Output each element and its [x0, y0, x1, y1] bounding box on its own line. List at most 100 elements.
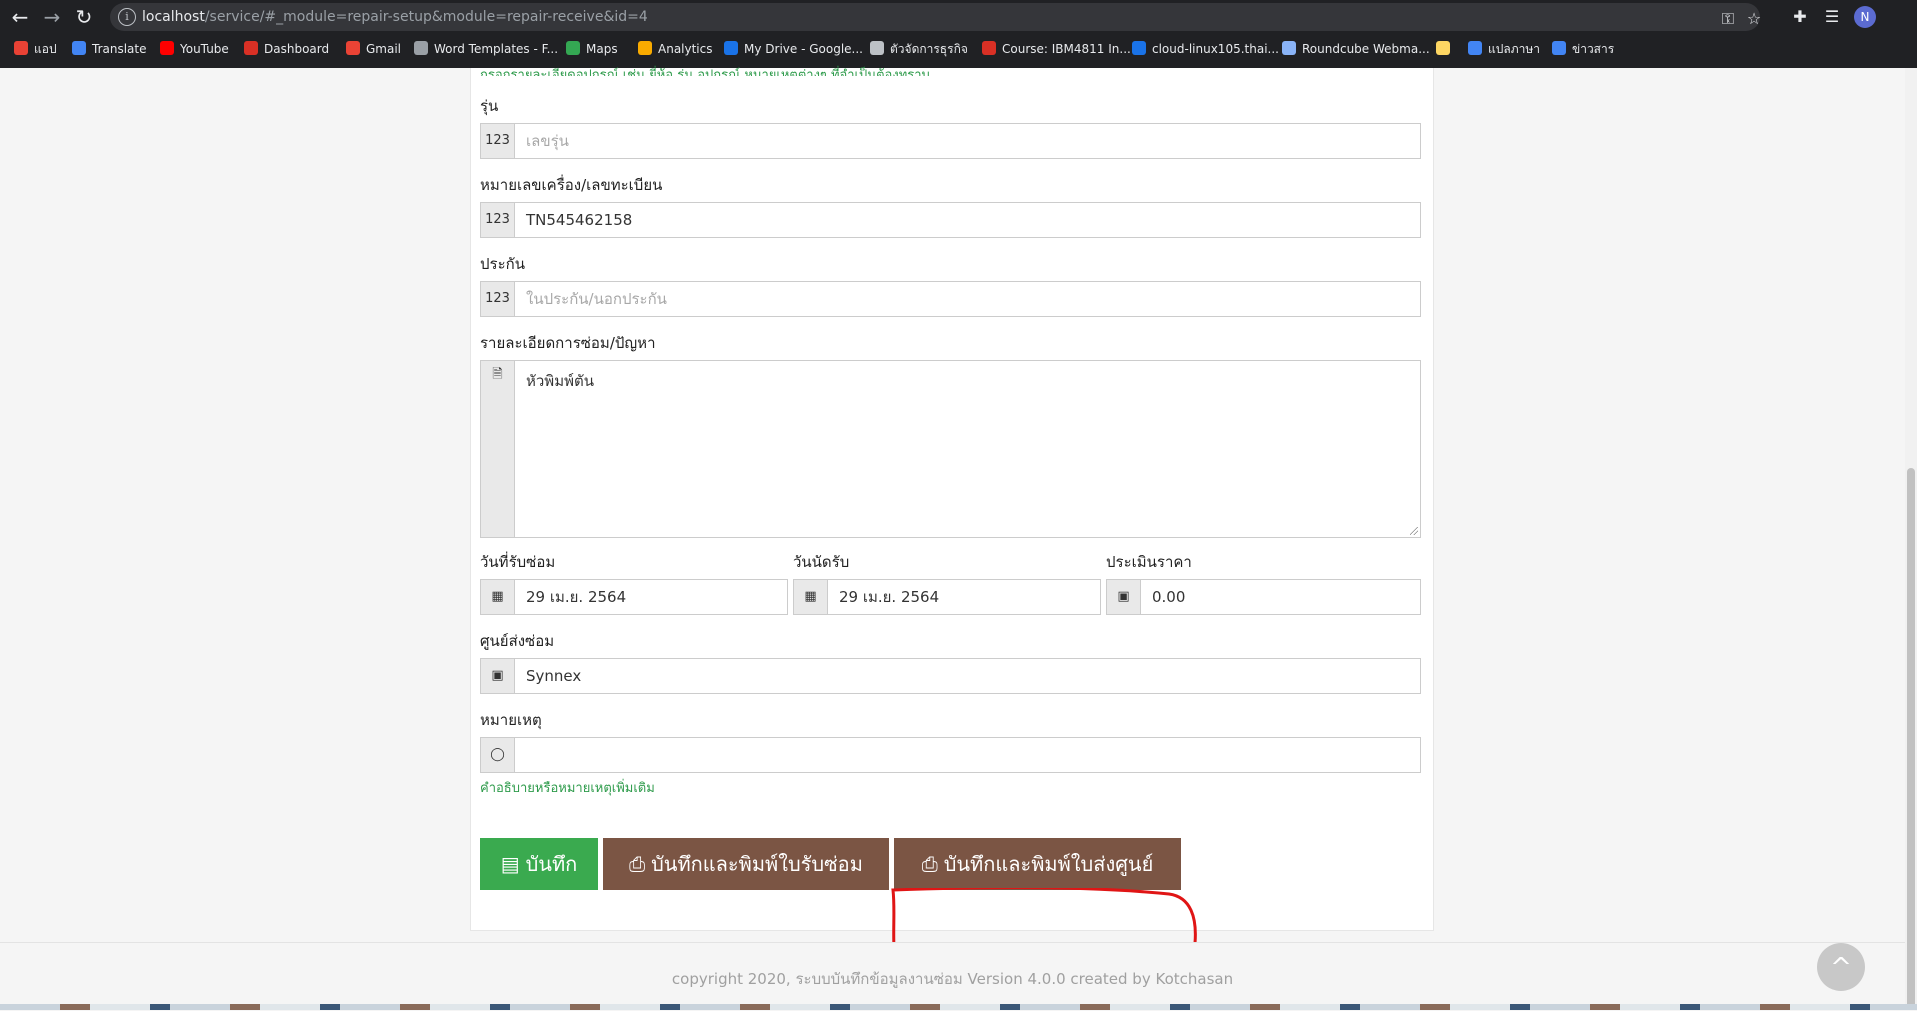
document-icon: 🗎	[481, 361, 515, 537]
bookmark-favicon-icon	[870, 41, 884, 55]
number-icon: 123	[481, 203, 515, 237]
pickup-date-label: วันนัดรับ	[793, 553, 850, 571]
copyright-text: copyright 2020, ระบบบันทึกข้อมูลงานซ่อม …	[671, 970, 1234, 988]
details-label: รายละเอียดการซ่อม/ปัญหา	[480, 334, 656, 352]
reading-list-icon[interactable]: ☰	[1822, 7, 1842, 27]
save-button[interactable]: ▤ บันทึก	[480, 838, 598, 890]
warranty-field[interactable]: 123 ในประกัน/นอกประกัน	[480, 281, 1421, 317]
save-print-receipt-label: บันทึกและพิมพ์ใบรับซ่อม	[651, 852, 863, 876]
back-icon[interactable]: ←	[8, 5, 32, 29]
resize-handle[interactable]	[1410, 527, 1418, 535]
bookmark-item[interactable]: แปลภาษา	[1468, 37, 1540, 62]
bookmark-favicon-icon	[244, 41, 258, 55]
bookmark-favicon-icon	[724, 41, 738, 55]
received-date-input[interactable]: 29 เม.ย. 2564	[526, 580, 626, 614]
details-field[interactable]: 🗎 หัวพิมพ์ตัน	[480, 360, 1421, 538]
bookmark-item[interactable]: Dashboard	[244, 37, 329, 62]
bookmark-favicon-icon	[1468, 41, 1482, 55]
model-label: รุ่น	[480, 97, 499, 115]
calendar-icon: ▦	[794, 580, 828, 614]
bookmark-item[interactable]: ข่าวสาร	[1552, 37, 1614, 62]
bookmark-item[interactable]: My Drive - Google...	[724, 37, 863, 62]
scrollbar[interactable]	[1905, 68, 1917, 1010]
service-center-input[interactable]: Synnex	[526, 659, 581, 693]
bookmark-label: Roundcube Webma...	[1302, 42, 1430, 56]
estimate-field[interactable]: ▣ 0.00	[1106, 579, 1421, 615]
save-print-receipt-button[interactable]: ⎙ บันทึกและพิมพ์ใบรับซ่อม	[603, 838, 889, 890]
bookmark-favicon-icon	[414, 41, 428, 55]
bookmark-item[interactable]	[1436, 37, 1456, 62]
browser-toolbar: ← → ↻ i localhost/service/#_module=repai…	[0, 0, 1917, 34]
bookmark-item[interactable]: แอป	[14, 37, 57, 62]
chevron-up-icon: ^	[1830, 953, 1852, 983]
url-path: /service/#_module=repair-setup&module=re…	[204, 9, 648, 25]
bookmark-item[interactable]: Word Templates - F...	[414, 37, 558, 62]
note-field[interactable]: ◯	[480, 737, 1421, 773]
reload-icon[interactable]: ↻	[72, 5, 96, 29]
save-print-center-button[interactable]: ⎙ บันทึกและพิมพ์ใบส่งศูนย์	[894, 838, 1181, 890]
extensions-icon[interactable]: ✚	[1790, 7, 1810, 27]
save-button-label: บันทึก	[525, 852, 578, 876]
bookmark-favicon-icon	[1282, 41, 1296, 55]
bookmark-item[interactable]: Course: IBM4811 In...	[982, 37, 1131, 62]
bookmark-label: แปลภาษา	[1488, 42, 1541, 56]
bookmark-item[interactable]: Translate	[72, 37, 147, 62]
bookmark-label: Word Templates - F...	[434, 42, 559, 56]
details-textarea[interactable]: หัวพิมพ์ตัน	[526, 371, 594, 391]
bookmark-favicon-icon	[160, 41, 174, 55]
key-icon[interactable]: ⚿	[1718, 9, 1738, 29]
bookmark-favicon-icon	[14, 41, 28, 55]
bookmark-favicon-icon	[638, 41, 652, 55]
estimate-label: ประเมินราคา	[1106, 553, 1192, 571]
bookmark-item[interactable]: Analytics	[638, 37, 713, 62]
footer: copyright 2020, ระบบบันทึกข้อมูลงานซ่อม …	[0, 942, 1905, 1011]
site-info-icon[interactable]: i	[118, 8, 136, 26]
bottom-strip	[0, 1004, 1917, 1010]
scroll-to-top-button[interactable]: ^	[1817, 943, 1865, 991]
address-bar[interactable]: i localhost/service/#_module=repair-setu…	[110, 3, 1761, 31]
bookmark-item[interactable]: ตัวจัดการธุรกิจ	[870, 37, 968, 62]
floppy-icon: ▤	[500, 852, 520, 876]
model-input[interactable]: เลขรุ่น	[526, 124, 569, 158]
pickup-date-field[interactable]: ▦ 29 เม.ย. 2564	[793, 579, 1101, 615]
bookmark-label: แอป	[34, 42, 57, 56]
bookmark-label: Gmail	[366, 42, 402, 56]
warranty-label: ประกัน	[480, 255, 525, 273]
warranty-input[interactable]: ในประกัน/นอกประกัน	[526, 282, 667, 316]
scrollbar-thumb[interactable]	[1907, 468, 1915, 1008]
browser-chrome: ← → ↻ i localhost/service/#_module=repai…	[0, 0, 1917, 68]
money-icon: ▣	[1107, 580, 1141, 614]
received-date-label: วันที่รับซ่อม	[480, 553, 556, 571]
bookmark-item[interactable]: Roundcube Webma...	[1282, 37, 1430, 62]
bookmark-item[interactable]: Maps	[566, 37, 618, 62]
comment-icon: ◯	[481, 738, 515, 772]
bookmark-label: cloud-linux105.thai...	[1152, 42, 1279, 56]
star-icon[interactable]: ☆	[1744, 9, 1764, 29]
bookmark-label: ตัวจัดการธุรกิจ	[890, 42, 968, 56]
page-viewport: กรอกรายละเอียดอุปกรณ์ เช่น ยี่ห้อ รุ่น อ…	[0, 68, 1905, 1011]
bookmark-item[interactable]: YouTube	[160, 37, 229, 62]
bookmark-item[interactable]: cloud-linux105.thai...	[1132, 37, 1279, 62]
url-text[interactable]: localhost/service/#_module=repair-setup&…	[142, 3, 648, 31]
bookmark-label: YouTube	[180, 42, 229, 56]
model-field[interactable]: 123 เลขรุ่น	[480, 123, 1421, 159]
bookmark-favicon-icon	[1436, 41, 1450, 55]
printer-icon: ⎙	[921, 852, 938, 876]
service-center-field[interactable]: ▣ Synnex	[480, 658, 1421, 694]
note-label: หมายเหตุ	[480, 711, 542, 729]
received-date-field[interactable]: ▦ 29 เม.ย. 2564	[480, 579, 788, 615]
bookmark-label: Dashboard	[264, 42, 330, 56]
bookmark-favicon-icon	[1132, 41, 1146, 55]
serial-input[interactable]: TN545462158	[526, 203, 632, 237]
bookmark-item[interactable]: Gmail	[346, 37, 401, 62]
bookmarks-bar: แอป Translate YouTube Dashboard Gmail Word Te…	[0, 37, 1917, 62]
forward-icon[interactable]: →	[40, 5, 64, 29]
save-print-center-label: บันทึกและพิมพ์ใบส่งศูนย์	[943, 852, 1154, 876]
pickup-date-input[interactable]: 29 เม.ย. 2564	[839, 580, 939, 614]
serial-field[interactable]: 123 TN545462158	[480, 202, 1421, 238]
profile-avatar[interactable]: N	[1854, 6, 1876, 28]
bookmark-favicon-icon	[72, 41, 86, 55]
estimate-input[interactable]: 0.00	[1152, 580, 1185, 614]
money-icon: ▣	[481, 659, 515, 693]
service-center-label: ศูนย์ส่งซ่อม	[480, 632, 555, 650]
